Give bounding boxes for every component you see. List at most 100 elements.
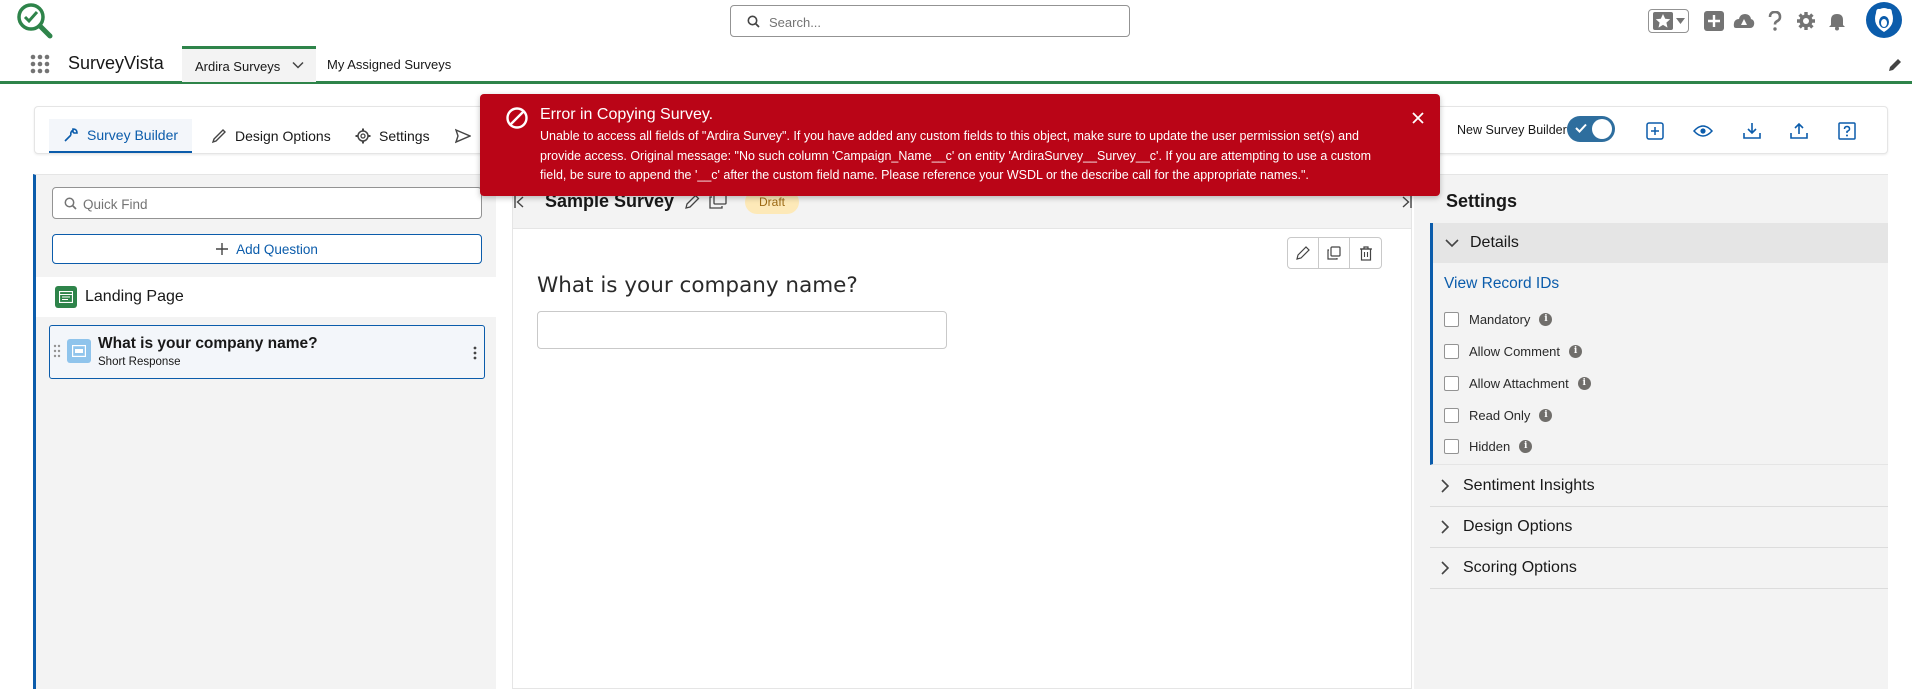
send-icon bbox=[455, 128, 471, 144]
view-record-ids-link[interactable]: View Record IDs bbox=[1444, 275, 1559, 293]
toggle-knob bbox=[1592, 119, 1612, 139]
nav-tab-my-assigned-surveys[interactable]: My Assigned Surveys bbox=[327, 57, 451, 72]
edit-question-icon[interactable] bbox=[1288, 238, 1319, 268]
new-survey-builder-toggle[interactable] bbox=[1567, 116, 1615, 142]
app-nav-bar: SurveyVista Ardira Surveys My Assigned S… bbox=[0, 44, 1912, 84]
delete-question-icon[interactable] bbox=[1350, 238, 1381, 268]
checkbox-label: Hidden bbox=[1469, 438, 1511, 454]
allow-attachment-option: Allow Attachment i bbox=[1444, 373, 1591, 393]
plus-icon bbox=[216, 243, 229, 255]
short-response-input[interactable] bbox=[537, 311, 947, 349]
global-header bbox=[0, 0, 1912, 42]
sentiment-insights-section[interactable]: Sentiment Insights bbox=[1430, 466, 1888, 507]
read-only-checkbox[interactable] bbox=[1444, 407, 1459, 423]
drag-handle-icon[interactable] bbox=[53, 344, 61, 358]
setup-gear-icon[interactable] bbox=[1795, 10, 1817, 32]
wrench-icon bbox=[63, 127, 79, 143]
section-label: Sentiment Insights bbox=[1463, 477, 1595, 494]
user-avatar[interactable] bbox=[1866, 2, 1902, 38]
short-response-icon bbox=[67, 339, 91, 363]
edit-nav-pencil-icon[interactable] bbox=[1888, 58, 1902, 72]
info-icon[interactable]: i bbox=[1577, 376, 1591, 390]
check-icon bbox=[1575, 123, 1587, 133]
allow-comment-option: Allow Comment i bbox=[1444, 341, 1583, 361]
checkbox-label: Read Only bbox=[1469, 407, 1531, 423]
details-label: Details bbox=[1470, 234, 1519, 251]
global-actions-icon[interactable] bbox=[1703, 10, 1725, 32]
chevron-down-icon[interactable] bbox=[292, 59, 304, 82]
scoring-options-section[interactable]: Scoring Options bbox=[1430, 548, 1888, 589]
favorites-button[interactable] bbox=[1648, 9, 1689, 33]
allow-comment-checkbox[interactable] bbox=[1444, 343, 1459, 359]
close-icon[interactable] bbox=[1412, 112, 1424, 124]
question-type: Short Response bbox=[98, 356, 181, 368]
details-header[interactable]: Details bbox=[1433, 223, 1888, 263]
download-icon[interactable] bbox=[1740, 119, 1764, 143]
question-text: What is your company name? bbox=[537, 273, 858, 298]
tab-distribute[interactable] bbox=[455, 119, 471, 153]
add-question-button[interactable]: Add Question bbox=[52, 234, 482, 264]
checkbox-label: Mandatory bbox=[1469, 311, 1531, 327]
nav-tab-ardira-surveys[interactable]: Ardira Surveys bbox=[182, 46, 317, 82]
landing-page-item[interactable]: Landing Page bbox=[36, 277, 496, 317]
settings-title: Settings bbox=[1446, 191, 1518, 211]
tab-design-options[interactable]: Design Options bbox=[211, 119, 331, 153]
tab-label: Design Options bbox=[235, 128, 331, 144]
landing-page-label: Landing Page bbox=[85, 288, 184, 305]
trailhead-icon[interactable] bbox=[1733, 10, 1755, 32]
tab-survey-builder[interactable]: Survey Builder bbox=[49, 119, 193, 153]
question-list-panel: Add Question Landing Page What is your c… bbox=[33, 174, 496, 689]
allow-attachment-checkbox[interactable] bbox=[1444, 375, 1459, 391]
error-toast: Error in Copying Survey. Unable to acces… bbox=[480, 94, 1440, 196]
tab-settings[interactable]: Settings bbox=[355, 119, 430, 153]
tab-label: Settings bbox=[379, 128, 430, 144]
hidden-option: Hidden i bbox=[1444, 436, 1533, 456]
global-search[interactable] bbox=[730, 5, 1130, 37]
details-section: Details View Record IDs Mandatory i Allo… bbox=[1430, 223, 1888, 465]
survey-canvas: Sample Survey Draft What is your company… bbox=[512, 174, 1412, 689]
copy-question-icon[interactable] bbox=[1319, 238, 1350, 268]
question-actions bbox=[1287, 237, 1382, 269]
checkbox-label: Allow Comment bbox=[1469, 343, 1561, 359]
add-page-icon[interactable] bbox=[1643, 119, 1667, 143]
gear-icon bbox=[355, 128, 371, 144]
help-icon[interactable] bbox=[1764, 10, 1786, 32]
upload-icon[interactable] bbox=[1787, 119, 1811, 143]
error-ban-icon bbox=[505, 106, 529, 130]
search-icon bbox=[64, 197, 77, 210]
favorites-dropdown-icon[interactable] bbox=[1676, 18, 1685, 24]
section-label: Design Options bbox=[1463, 518, 1573, 535]
checkbox-label: Allow Attachment bbox=[1469, 375, 1569, 391]
add-question-label: Add Question bbox=[236, 241, 318, 257]
section-label: Scoring Options bbox=[1463, 559, 1577, 576]
preview-eye-icon[interactable] bbox=[1691, 119, 1715, 143]
edit-title-icon[interactable] bbox=[685, 194, 700, 209]
error-title: Error in Copying Survey. bbox=[540, 106, 714, 123]
new-survey-builder-label: New Survey Builder bbox=[1457, 123, 1567, 137]
search-input[interactable] bbox=[769, 12, 1109, 32]
quick-find[interactable] bbox=[52, 187, 482, 219]
read-only-option: Read Only i bbox=[1444, 405, 1553, 425]
error-message: Unable to access all fields of "Ardira S… bbox=[540, 129, 1372, 182]
info-icon[interactable]: i bbox=[1539, 312, 1553, 326]
info-icon[interactable]: i bbox=[1519, 439, 1533, 453]
info-icon[interactable]: i bbox=[1539, 408, 1553, 422]
design-options-section[interactable]: Design Options bbox=[1430, 507, 1888, 548]
hidden-checkbox[interactable] bbox=[1444, 438, 1459, 454]
app-logo-icon[interactable] bbox=[16, 2, 56, 40]
chevron-right-icon bbox=[1440, 479, 1450, 493]
app-launcher-icon[interactable] bbox=[30, 54, 50, 74]
mandatory-checkbox[interactable] bbox=[1444, 311, 1459, 327]
search-icon bbox=[747, 15, 760, 28]
nav-tab-label: Ardira Surveys bbox=[195, 59, 281, 74]
quick-find-input[interactable] bbox=[83, 194, 463, 214]
favorites-star-icon bbox=[1653, 12, 1673, 30]
chevron-right-icon bbox=[1440, 561, 1450, 575]
mandatory-option: Mandatory i bbox=[1444, 309, 1553, 329]
tab-label: Survey Builder bbox=[87, 127, 179, 143]
notifications-bell-icon[interactable] bbox=[1826, 10, 1848, 32]
question-list-item[interactable]: What is your company name? Short Respons… bbox=[49, 325, 485, 379]
help-square-icon[interactable] bbox=[1835, 119, 1859, 143]
info-icon[interactable]: i bbox=[1569, 344, 1583, 358]
more-options-icon[interactable] bbox=[473, 346, 477, 360]
